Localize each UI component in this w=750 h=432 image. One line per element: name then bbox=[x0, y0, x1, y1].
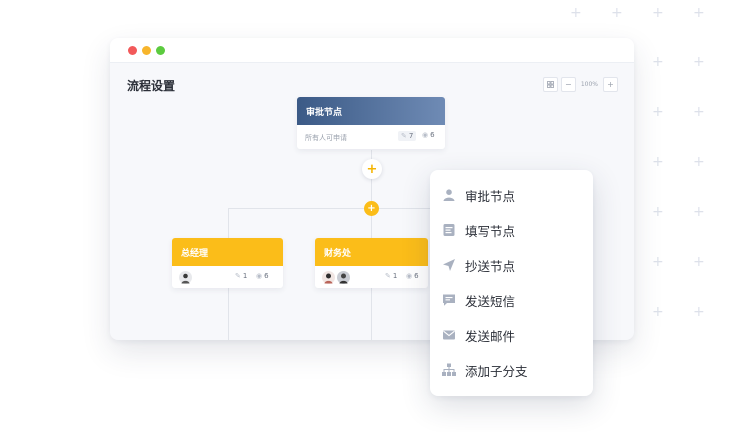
branch-icon bbox=[441, 362, 457, 378]
fit-view-button[interactable] bbox=[542, 77, 558, 92]
page-title: 流程设置 bbox=[127, 79, 176, 93]
menu-item-fill-node[interactable]: 填写节点 bbox=[430, 213, 593, 247]
message-icon bbox=[441, 292, 457, 308]
menu-item-label: 添加子分支 bbox=[465, 363, 528, 379]
avatar bbox=[179, 271, 192, 284]
eye-icon: ◉ bbox=[406, 272, 413, 280]
pencil-icon: ✎ bbox=[235, 272, 241, 280]
view-count: ◉ 6 bbox=[406, 272, 419, 280]
close-window-button[interactable] bbox=[128, 46, 137, 55]
window-titlebar bbox=[110, 38, 634, 63]
branch-node-general-manager[interactable]: 总经理 ✎ 1 ◉ 6 bbox=[172, 238, 283, 288]
view-count: ◉ 6 bbox=[256, 272, 269, 280]
menu-item-label: 审批节点 bbox=[465, 188, 516, 204]
approver-node-title: 审批节点 bbox=[297, 97, 445, 125]
connector-line bbox=[228, 208, 438, 209]
add-node-button[interactable]: + bbox=[362, 159, 382, 179]
menu-item-approver-node[interactable]: 审批节点 bbox=[430, 178, 593, 212]
branch-node-title: 财务处 bbox=[315, 238, 428, 266]
edit-count: ✎ 1 bbox=[385, 272, 398, 280]
menu-item-label: 发送邮件 bbox=[465, 328, 516, 344]
menu-item-cc-node[interactable]: 抄送节点 bbox=[430, 248, 593, 282]
eye-icon: ◉ bbox=[422, 131, 429, 139]
zoom-out-button[interactable]: − bbox=[560, 77, 576, 92]
user-icon bbox=[441, 187, 457, 203]
branch-node-finance[interactable]: 财务处 ✎ 1 ◉ 6 bbox=[315, 238, 428, 288]
menu-item-label: 抄送节点 bbox=[465, 258, 516, 274]
edit-count: ✎ 7 bbox=[398, 131, 417, 141]
menu-item-send-email[interactable]: 发送邮件 bbox=[430, 318, 593, 352]
pencil-icon: ✎ bbox=[401, 132, 407, 140]
minimize-window-button[interactable] bbox=[142, 46, 151, 55]
send-icon bbox=[441, 257, 457, 273]
avatar bbox=[337, 271, 350, 284]
pencil-icon: ✎ bbox=[385, 272, 391, 280]
connector-line bbox=[228, 288, 229, 340]
maximize-window-button[interactable] bbox=[156, 46, 165, 55]
zoom-level: 100% bbox=[580, 81, 598, 88]
menu-item-add-sub-branch[interactable]: 添加子分支 bbox=[430, 353, 593, 387]
branch-node-title: 总经理 bbox=[172, 238, 283, 266]
connector-line bbox=[228, 208, 229, 238]
menu-item-send-sms[interactable]: 发送短信 bbox=[430, 283, 593, 317]
add-branch-button[interactable]: + bbox=[364, 201, 379, 216]
view-count: ◉ 6 bbox=[422, 131, 435, 139]
approver-node[interactable]: 审批节点 所有人可申请 ✎ 7 ◉ 6 bbox=[297, 97, 445, 149]
menu-item-label: 填写节点 bbox=[465, 223, 516, 239]
zoom-in-button[interactable]: + bbox=[603, 77, 618, 92]
zoom-controls: − 100% + bbox=[542, 77, 618, 92]
add-node-menu: 审批节点 填写节点 抄送节点 发送短信 发送邮件 添加子分支 bbox=[430, 170, 593, 396]
avatar bbox=[322, 271, 335, 284]
mail-icon bbox=[441, 327, 457, 343]
grid-icon bbox=[546, 81, 554, 88]
edit-count: ✎ 1 bbox=[235, 272, 248, 280]
eye-icon: ◉ bbox=[256, 272, 263, 280]
approver-node-assignee: 所有人可申请 bbox=[305, 134, 347, 142]
menu-item-label: 发送短信 bbox=[465, 293, 516, 309]
form-icon bbox=[441, 222, 457, 238]
